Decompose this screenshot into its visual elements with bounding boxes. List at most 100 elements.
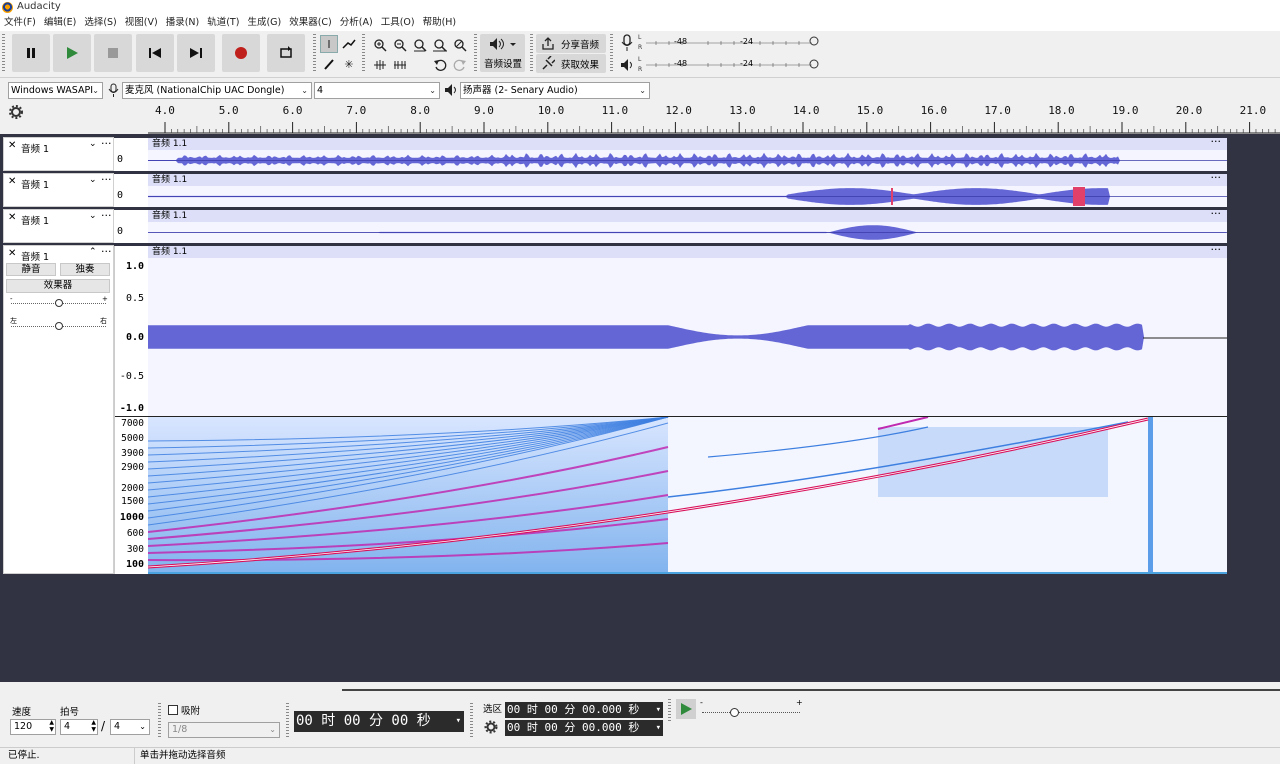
skip-to-end-button[interactable] — [177, 34, 215, 72]
stop-button[interactable] — [94, 34, 132, 72]
recording-device-select[interactable]: 麦克风 (NationalChip UAC Dongle) ⌄ — [122, 82, 312, 99]
toolbar-grip[interactable] — [470, 703, 473, 739]
track-control-panel[interactable]: ✕ 音频 1 ⌄ ··· — [3, 137, 114, 171]
caret-down-icon[interactable]: ▾ — [656, 720, 661, 736]
more-options-icon[interactable]: ··· — [101, 245, 112, 258]
more-options-icon[interactable]: ··· — [1211, 210, 1222, 220]
toolbar-grip[interactable] — [286, 703, 289, 739]
vertical-scale[interactable]: 0 — [114, 210, 148, 243]
spinner-icon[interactable]: ▲ ▼ — [91, 719, 96, 733]
loop-button[interactable] — [267, 34, 305, 72]
tempo-input[interactable]: 120 ▲ ▼ — [10, 719, 56, 735]
toolbar-grip[interactable] — [362, 34, 365, 72]
close-track-icon[interactable]: ✕ — [8, 248, 16, 259]
menu-view[interactable]: 视图(V) — [121, 15, 162, 31]
more-options-icon[interactable]: ··· — [1211, 174, 1222, 184]
selection-end-time[interactable]: 00 时 00 分 00.000 秒 ▾ — [505, 720, 663, 736]
menu-analyze[interactable]: 分析(A) — [336, 15, 377, 31]
audio-setup-button[interactable]: 音频设置 — [480, 34, 525, 72]
recording-meter[interactable]: LR -48 -24 — [636, 33, 822, 55]
audio-clip[interactable]: 音频 1.1 ··· — [148, 174, 1227, 207]
menu-file[interactable]: 文件(F) — [0, 15, 40, 31]
spinner-icon[interactable]: ▲ ▼ — [49, 719, 54, 733]
chevron-down-icon[interactable]: ⌄ — [89, 211, 97, 221]
menu-select[interactable]: 选择(S) — [80, 15, 120, 31]
toolbar-grip[interactable] — [530, 34, 533, 72]
chevron-down-icon[interactable]: ⌄ — [89, 175, 97, 185]
selection-settings-icon[interactable] — [484, 720, 498, 734]
zoom-toggle-icon[interactable] — [450, 35, 469, 54]
mute-button[interactable]: 静音 — [6, 263, 56, 276]
caret-down-icon[interactable]: ▾ — [456, 711, 461, 732]
menu-transport[interactable]: 播录(N) — [162, 15, 204, 31]
track-name[interactable]: 音频 1 — [21, 177, 49, 191]
toolbar-grip[interactable] — [313, 34, 316, 72]
close-track-icon[interactable]: ✕ — [8, 176, 16, 187]
caret-down-icon[interactable]: ▾ — [656, 702, 661, 718]
gain-slider[interactable] — [55, 299, 63, 307]
draw-tool-icon[interactable] — [320, 55, 338, 73]
multi-tool-icon[interactable]: ✳ — [340, 55, 358, 73]
toolbar-grip[interactable] — [610, 34, 613, 72]
time-display[interactable]: 00 时 00 分 00 秒 ▾ — [294, 711, 464, 732]
solo-button[interactable]: 独奏 — [60, 263, 110, 276]
vertical-scale[interactable]: 0 — [114, 138, 148, 171]
audio-clip[interactable]: 音频 1.1 ··· — [148, 210, 1227, 243]
track-name[interactable]: 音频 1 — [21, 213, 49, 227]
menu-tools[interactable]: 工具(O) — [377, 15, 419, 31]
more-options-icon[interactable]: ··· — [1211, 138, 1222, 148]
microphone-icon[interactable] — [620, 34, 634, 52]
audio-clip[interactable]: 音频 1.1 ··· — [148, 246, 1227, 574]
play-button[interactable] — [53, 34, 91, 72]
horizontal-scrollbar[interactable] — [342, 689, 1280, 691]
share-audio-button[interactable]: 分享音频 — [536, 34, 606, 53]
effects-button[interactable]: 效果器 — [6, 279, 110, 293]
track-control-panel[interactable]: ✕ 音频 1 ⌄ ··· — [3, 173, 114, 207]
menu-help[interactable]: 帮助(H) — [419, 15, 461, 31]
toolbar-grip[interactable] — [474, 34, 477, 72]
fit-selection-icon[interactable] — [410, 35, 429, 54]
snap-checkbox[interactable] — [168, 705, 178, 715]
vertical-scale[interactable]: 1.0 0.5 0.0 -0.5 -1.0 7000 5000 3900 290… — [114, 246, 149, 574]
tracks-area[interactable]: ✕ 音频 1 ⌄ ··· 0 音频 1.1 ··· ✕ 音频 1 ⌄ ··· 0 … — [0, 134, 1280, 682]
menu-effects[interactable]: 效果器(C) — [285, 15, 336, 31]
record-button[interactable] — [222, 34, 260, 72]
vertical-scale[interactable]: 0 — [114, 174, 148, 207]
clip-header[interactable]: 音频 1.1 ··· — [148, 138, 1227, 150]
selection-tool-icon[interactable]: I — [320, 35, 338, 53]
chevron-down-icon[interactable]: ⌄ — [89, 139, 97, 149]
track-control-panel[interactable]: ✕ 音频 1 ⌄ ··· — [3, 209, 114, 243]
zoom-out-icon[interactable] — [390, 35, 409, 54]
playback-device-select[interactable]: 扬声器 (2- Senary Audio) ⌄ — [460, 82, 650, 99]
speaker-icon[interactable] — [620, 58, 634, 72]
trim-outside-icon[interactable] — [370, 55, 389, 74]
zoom-in-icon[interactable] — [370, 35, 389, 54]
play-at-speed-button[interactable] — [676, 699, 696, 719]
redo-icon[interactable] — [450, 55, 469, 74]
track-name[interactable]: 音频 1 — [21, 249, 49, 263]
more-options-icon[interactable]: ··· — [101, 173, 112, 186]
silence-audio-icon[interactable] — [390, 55, 409, 74]
clip-header[interactable]: 音频 1.1 ··· — [148, 210, 1227, 222]
timeline-settings-icon[interactable] — [9, 105, 23, 119]
play-speed-slider[interactable] — [730, 708, 739, 717]
recording-channels-select[interactable]: 4 ⌄ — [314, 82, 440, 99]
clip-header[interactable]: 音频 1.1 ··· — [148, 174, 1227, 186]
time-signature-numerator[interactable]: 4 ▲ ▼ — [60, 719, 98, 735]
selection-start-time[interactable]: 00 时 00 分 00.000 秒 ▾ — [505, 702, 663, 718]
toolbar-grip[interactable] — [668, 699, 671, 723]
audio-host-select[interactable]: Windows WASAPI ⌄ — [8, 82, 103, 99]
menu-generate[interactable]: 生成(G) — [243, 15, 285, 31]
pause-button[interactable] — [12, 34, 50, 72]
clip-header[interactable]: 音频 1.1 ··· — [148, 246, 1227, 258]
time-signature-denominator[interactable]: 4 ⌄ — [110, 719, 150, 735]
close-track-icon[interactable]: ✕ — [8, 140, 16, 151]
track-name[interactable]: 音频 1 — [21, 141, 49, 155]
timeline-ruler[interactable]: 4.0 5.0 6.0 7.0 8.0 9.0 10.0 11.0 12.0 13.0 14.0 15… — [148, 100, 1280, 134]
pan-slider[interactable] — [55, 322, 63, 330]
skip-to-start-button[interactable] — [136, 34, 174, 72]
more-options-icon[interactable]: ··· — [101, 209, 112, 222]
get-effects-button[interactable]: 获取效果 — [536, 54, 606, 73]
snap-select[interactable]: 1/8 ⌄ — [168, 722, 280, 738]
track-control-panel[interactable]: ✕ 音频 1 ⌃ ··· 静音 独奏 效果器 - + 左 右 — [3, 245, 114, 574]
